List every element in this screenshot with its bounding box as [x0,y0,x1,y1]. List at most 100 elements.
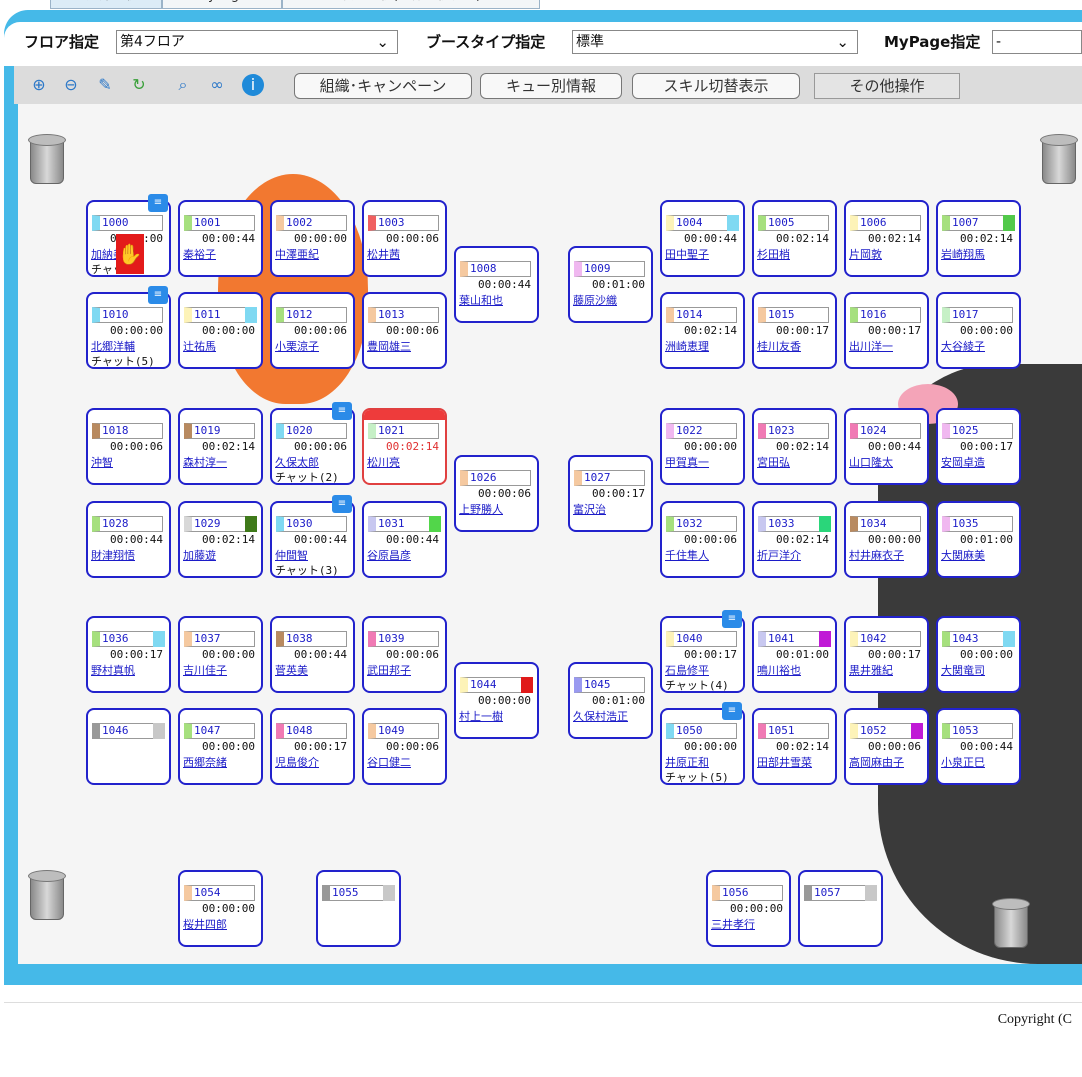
seat-desk[interactable]: 1013 00:00:06 豊岡雄三 [362,292,447,369]
agent-name[interactable]: 仲間智 [275,547,351,563]
agent-name[interactable]: 葉山和也 [459,292,535,308]
queue-info-button[interactable]: キュー別情報 [480,73,622,99]
agent-name[interactable]: 片岡敦 [849,246,925,262]
booth-type-select[interactable]: 標準 ⌄ [572,30,858,54]
agent-name[interactable]: 野村真帆 [91,662,167,678]
seat-desk[interactable]: 1048 00:00:17 児島俊介 [270,708,355,785]
agent-name[interactable]: 児島俊介 [275,754,351,770]
agent-name[interactable]: 村井麻衣子 [849,547,925,563]
agent-name[interactable]: 中澤亜紀 [275,246,351,262]
agent-name[interactable]: 宮田弘 [757,454,833,470]
trash-icon[interactable] [26,870,66,920]
seat-desk[interactable]: 1051 00:02:14 田部井雪菜 [752,708,837,785]
seat-desk[interactable]: 1005 00:02:14 杉田梢 [752,200,837,277]
org-campaign-button[interactable]: 組織･キャンペーン [294,73,472,99]
seat-desk[interactable]: 1039 00:00:06 武田邦子 [362,616,447,693]
agent-name[interactable]: 松井茜 [367,246,443,262]
chat-bubble-icon[interactable]: ≡ [332,402,352,420]
agent-name[interactable]: 甲賀真一 [665,454,741,470]
seat-desk[interactable]: 1056 00:00:00 三井孝行 [706,870,791,947]
other-ops-button[interactable]: その他操作 [814,73,960,99]
agent-name[interactable]: 田部井雪菜 [757,754,833,770]
agent-name[interactable]: 山口隆太 [849,454,925,470]
agent-name[interactable]: 千住隼人 [665,547,741,563]
seat-desk[interactable]: 1052 00:00:06 高岡麻由子 [844,708,929,785]
agent-name[interactable]: 折戸洋介 [757,547,833,563]
agent-name[interactable]: 森村淳一 [183,454,259,470]
seat-desk[interactable]: 1015 00:00:17 桂川友香 [752,292,837,369]
seat-desk[interactable]: 1055 [316,870,401,947]
select-icon[interactable]: ✎ [94,74,116,96]
seat-desk[interactable]: 1021 00:02:14 松川亮 [362,408,447,485]
tab-seat-monitor[interactable]: …座席監視 [50,0,162,9]
agent-name[interactable]: 村上一樹 [459,708,535,724]
search-icon[interactable]: ⌕ [172,74,194,96]
agent-name[interactable]: 久保村浩正 [573,708,649,724]
mypage-select[interactable]: - [992,30,1082,54]
agent-name[interactable]: 谷口健二 [367,754,443,770]
agent-name[interactable]: 西郷奈緒 [183,754,259,770]
trash-icon[interactable] [1038,134,1078,184]
agent-name[interactable]: 谷原昌彦 [367,547,443,563]
agent-name[interactable]: 三井孝行 [711,916,787,932]
agent-name[interactable]: 豊岡雄三 [367,338,443,354]
agent-name[interactable]: 沖智 [91,454,167,470]
agent-name[interactable]: 富沢治 [573,501,649,517]
seat-desk[interactable]: 1004 00:00:44 田中聖子 [660,200,745,277]
seat-desk[interactable]: 1003 00:00:06 松井茜 [362,200,447,277]
agent-name[interactable]: 鳴川裕也 [757,662,833,678]
seat-desk[interactable]: 1038 00:00:44 菅英美 [270,616,355,693]
seat-desk[interactable]: 1002 00:00:00 中澤亜紀 [270,200,355,277]
agent-name[interactable]: 出川洋一 [849,338,925,354]
agent-name[interactable]: 洲崎恵理 [665,338,741,354]
seat-desk[interactable]: 1026 00:00:06 上野勝人 [454,455,539,532]
seat-desk[interactable]: 1034 00:00:00 村井麻衣子 [844,501,929,578]
zoom-in-icon[interactable]: ⊕ [28,74,50,96]
seat-desk[interactable]: 1041 00:01:00 鳴川裕也 [752,616,837,693]
agent-name[interactable]: 小栗涼子 [275,338,351,354]
agent-name[interactable]: 田中聖子 [665,246,741,262]
seat-desk[interactable]: 1007 00:02:14 岩崎翔馬 [936,200,1021,277]
info-icon[interactable]: i [242,74,264,96]
trash-icon[interactable] [990,898,1030,948]
agent-name[interactable]: 高岡麻由子 [849,754,925,770]
seat-desk[interactable]: 1035 00:01:00 大関麻美 [936,501,1021,578]
seat-desk[interactable]: 1016 00:00:17 出川洋一 [844,292,929,369]
seat-desk[interactable]: 1031 00:00:44 谷原昌彦 [362,501,447,578]
agent-name[interactable]: 大関麻美 [941,547,1017,563]
agent-name[interactable]: 藤原沙織 [573,292,649,308]
seat-desk[interactable]: 1024 00:00:44 山口隆太 [844,408,929,485]
seat-desk[interactable]: 1054 00:00:00 桜井四郎 [178,870,263,947]
seat-desk[interactable]: 1011 00:00:00 辻祐馬 [178,292,263,369]
seat-desk[interactable]: 1006 00:02:14 片岡敦 [844,200,929,277]
floor-select[interactable]: 第4フロア ⌄ [116,30,398,54]
skill-switch-button[interactable]: スキル切替表示 [632,73,800,99]
seat-desk[interactable]: 1009 00:01:00 藤原沙織 [568,246,653,323]
seat-desk[interactable]: 1037 00:00:00 吉川佳子 [178,616,263,693]
agent-name[interactable]: 辻祐馬 [183,338,259,354]
zoom-out-icon[interactable]: ⊖ [60,74,82,96]
agent-name[interactable]: 桜井四郎 [183,916,259,932]
agent-name[interactable]: 杉田梢 [757,246,833,262]
refresh-icon[interactable]: ↻ [128,74,150,96]
seat-desk[interactable]: 1043 00:00:00 大関竜司 [936,616,1021,693]
seat-desk[interactable]: 1012 00:00:06 小栗涼子 [270,292,355,369]
agent-name[interactable]: 大関竜司 [941,662,1017,678]
seat-desk[interactable]: 1047 00:00:00 西郷奈緒 [178,708,263,785]
chat-bubble-icon[interactable]: ≡ [722,702,742,720]
agent-name[interactable]: 久保太郎 [275,454,351,470]
link-icon[interactable]: ∞ [206,74,228,96]
agent-name[interactable]: 井原正和 [665,754,741,770]
agent-name[interactable]: 大谷綾子 [941,338,1017,354]
seat-desk[interactable]: 1049 00:00:06 谷口健二 [362,708,447,785]
seat-desk[interactable]: 1008 00:00:44 葉山和也 [454,246,539,323]
seat-desk[interactable]: 1028 00:00:44 財津翔悟 [86,501,171,578]
seat-desk[interactable]: 1032 00:00:06 千住隼人 [660,501,745,578]
agent-name[interactable]: 菅英美 [275,662,351,678]
tab-status-monitor[interactable]: 状態監視(全体監視表示) [282,0,540,9]
seat-desk[interactable]: 1042 00:00:17 黒井雅紀 [844,616,929,693]
agent-name[interactable]: 上野勝人 [459,501,535,517]
agent-name[interactable]: 岩崎翔馬 [941,246,1017,262]
tab-mypage[interactable]: MyPage [162,0,282,9]
seat-desk[interactable]: 1014 00:02:14 洲崎恵理 [660,292,745,369]
